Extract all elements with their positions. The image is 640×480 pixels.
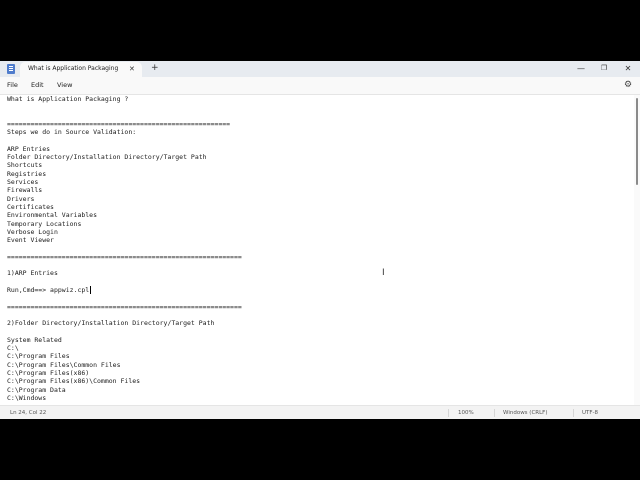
text-line: 2)Folder Directory/Installation Director… (7, 319, 215, 328)
text-line: C:\Program Files (7, 352, 70, 361)
title-bar: What is Application Packaging ✕ + — ❐ ✕ (0, 61, 640, 77)
menu-file[interactable]: File (7, 81, 18, 89)
close-window-icon[interactable]: ✕ (618, 62, 638, 75)
notepad-window: What is Application Packaging ✕ + — ❐ ✕ … (0, 61, 640, 419)
status-divider (494, 409, 495, 417)
status-bar: Ln 24, Col 22 100% Windows (CRLF) UTF-8 (0, 405, 640, 419)
menu-view[interactable]: View (57, 81, 72, 89)
ibeam-cursor-icon: I (382, 268, 385, 278)
status-divider (448, 409, 449, 417)
text-line: What is Application Packaging ? (7, 95, 129, 103)
notepad-icon (7, 64, 15, 74)
text-line: C:\ (7, 344, 19, 352)
text-line: Registries (7, 169, 47, 178)
text-line: C:\Program Files(x86)\Common Files (7, 377, 141, 386)
text-line: ========================================… (7, 302, 242, 311)
scrollbar-thumb[interactable] (636, 98, 638, 185)
text-editor[interactable]: What is Application Packaging ? ========… (0, 95, 634, 405)
text-line: Run,Cmd==> appwiz.cpl (7, 285, 90, 294)
tab-document[interactable]: What is Application Packaging ✕ (20, 62, 142, 77)
text-line: Steps we do in Source Validation: (7, 128, 137, 137)
cursor-position[interactable]: Ln 24, Col 22 (10, 410, 46, 416)
menu-edit[interactable]: Edit (31, 81, 44, 89)
text-line: Firewalls (7, 186, 43, 195)
text-line: Services (7, 178, 39, 186)
minimize-icon[interactable]: — (571, 62, 591, 75)
gear-icon[interactable]: ⚙ (624, 79, 632, 91)
maximize-icon[interactable]: ❐ (594, 62, 614, 75)
text-line: Drivers (7, 194, 35, 203)
zoom-level[interactable]: 100% (458, 410, 474, 416)
close-icon[interactable]: ✕ (129, 64, 135, 74)
menu-bar: File Edit View ⚙ (0, 77, 640, 95)
text-line: ARP Entries (7, 144, 51, 153)
text-line: C:\Program Data (7, 385, 66, 394)
line-ending[interactable]: Windows (CRLF) (503, 410, 547, 416)
text-line: Folder Directory/Installation Directory/… (7, 153, 207, 162)
plus-icon[interactable]: + (151, 63, 159, 74)
text-caret (90, 286, 91, 294)
vertical-scrollbar[interactable] (634, 95, 640, 405)
text-line: System Related (7, 335, 62, 344)
text-line: ========================================… (7, 252, 242, 261)
text-line: Shortcuts (7, 161, 43, 170)
text-line: Certificates (7, 202, 54, 211)
tab-title: What is Application Packaging (28, 65, 119, 72)
text-line: Event Viewer (7, 236, 54, 245)
encoding[interactable]: UTF-8 (582, 410, 598, 416)
status-divider (573, 409, 574, 417)
text-line: C:\Program Files\Common Files (7, 360, 121, 369)
text-line: ========================================… (7, 119, 231, 128)
text-line: Environmental Variables (7, 211, 98, 220)
text-line: C:\Program Files(x86) (7, 368, 90, 377)
text-line: Verbose Login (7, 227, 58, 236)
text-line: 1)ARP Entries (7, 269, 58, 278)
text-line: C:\Windows (7, 393, 47, 402)
text-line: Temporary Locations (7, 219, 82, 228)
